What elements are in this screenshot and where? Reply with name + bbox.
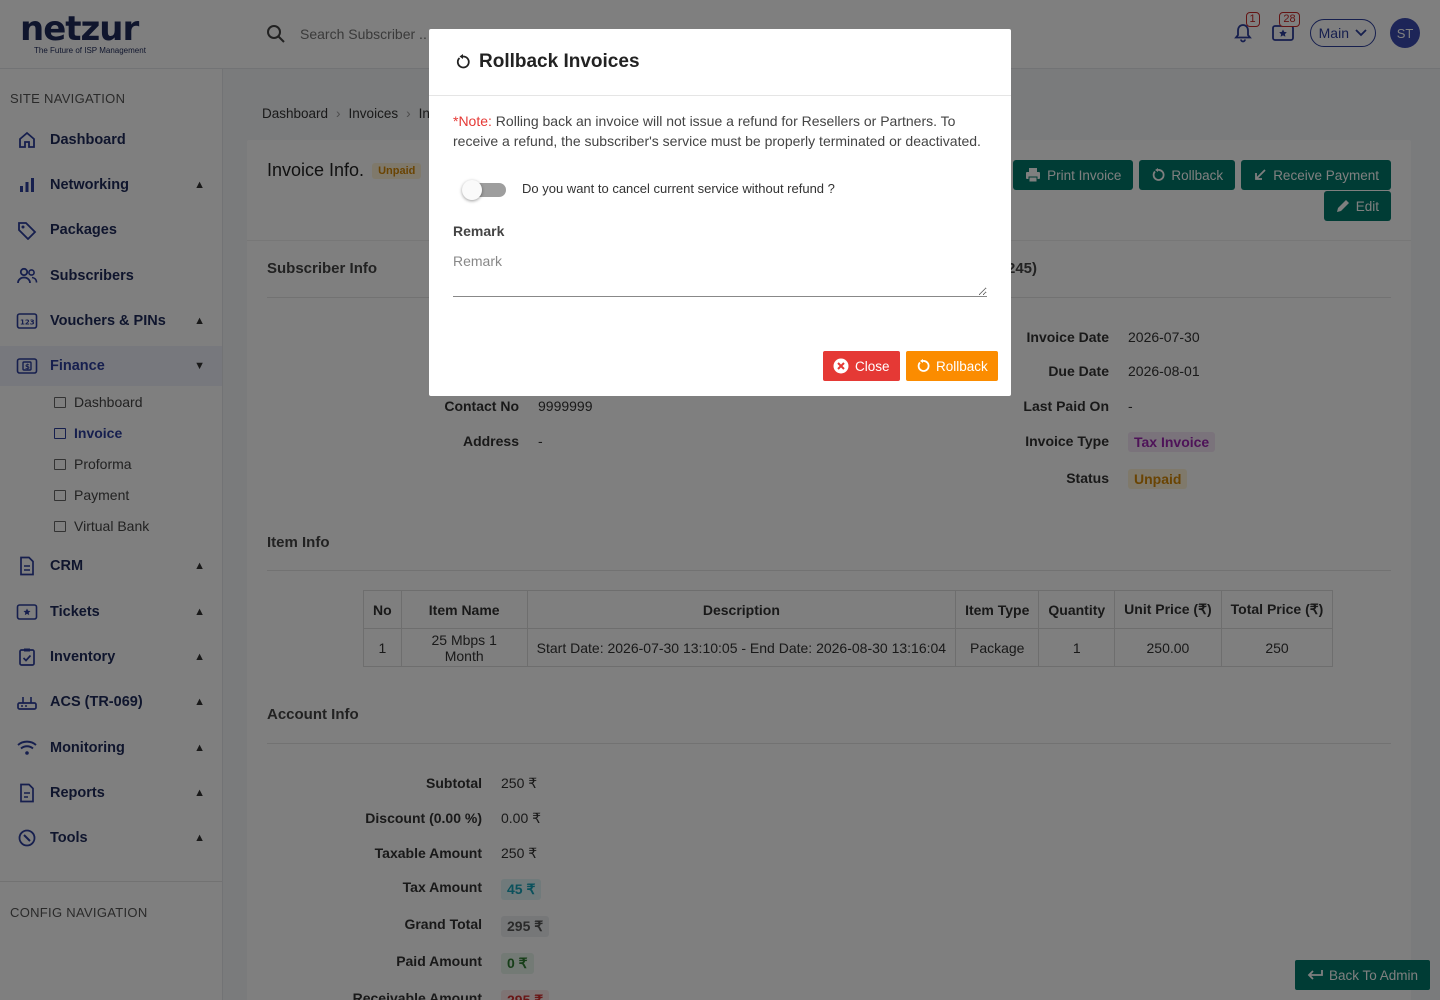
confirm-rollback-label: Rollback xyxy=(936,358,988,374)
cancel-service-toggle-label: Do you want to cancel current service wi… xyxy=(522,181,835,196)
remark-textarea[interactable] xyxy=(453,249,987,297)
confirm-rollback-button[interactable]: Rollback xyxy=(906,351,998,381)
rollback-icon xyxy=(455,54,471,70)
rollback-icon xyxy=(916,359,930,373)
modal-header: Rollback Invoices xyxy=(429,29,1011,96)
remark-label: Remark xyxy=(453,223,505,239)
note-text: Rolling back an invoice will not issue a… xyxy=(453,113,981,149)
close-circle-icon xyxy=(833,358,849,374)
rollback-modal: Rollback Invoices *Note: Rolling back an… xyxy=(429,29,1011,396)
cancel-service-toggle[interactable] xyxy=(462,180,506,200)
close-button[interactable]: Close xyxy=(823,351,900,381)
note-prefix: *Note: xyxy=(453,113,492,129)
modal-title: Rollback Invoices xyxy=(479,51,640,72)
close-label: Close xyxy=(855,358,890,374)
rollback-note: *Note: Rolling back an invoice will not … xyxy=(453,111,993,151)
